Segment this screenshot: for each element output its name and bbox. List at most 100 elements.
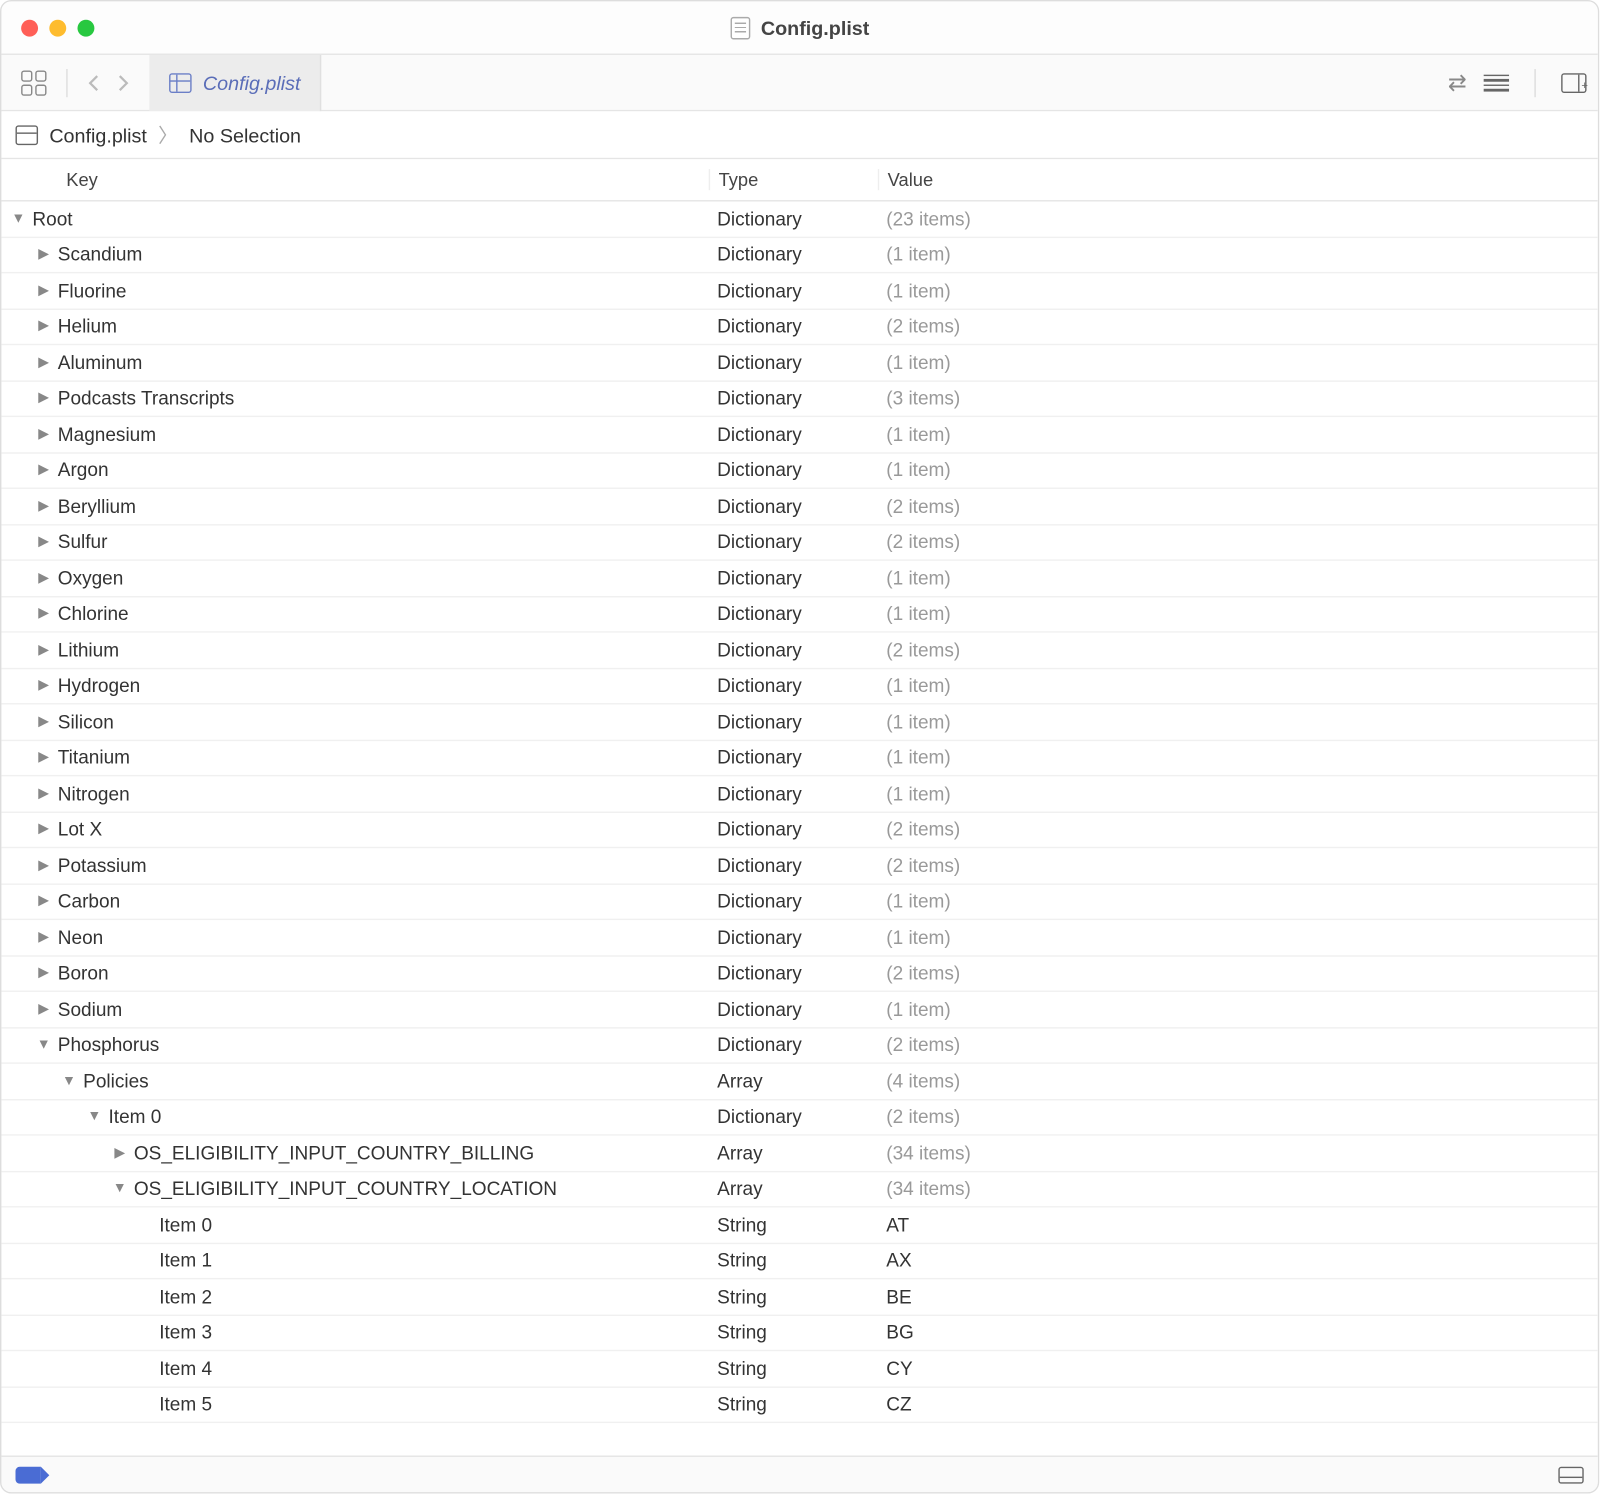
disclosure-triangle-icon[interactable]: ▶ (35, 606, 52, 621)
disclosure-triangle-icon[interactable]: ▶ (35, 894, 52, 909)
table-row[interactable]: ▶ScandiumDictionary(1 item) (1, 237, 1597, 273)
row-value: (2 items) (878, 316, 1598, 337)
row-key: Aluminum (58, 352, 143, 373)
row-value: (2 items) (878, 855, 1598, 876)
tag-icon[interactable] (15, 1466, 40, 1483)
table-row[interactable]: Item 1StringAX (1, 1243, 1597, 1279)
table-row[interactable]: Item 0StringAT (1, 1208, 1597, 1244)
window-title-text: Config.plist (761, 16, 869, 39)
row-key: Item 3 (159, 1322, 212, 1343)
row-key: Podcasts Transcripts (58, 388, 235, 409)
titlebar: Config.plist (1, 1, 1597, 55)
table-row[interactable]: ▶HeliumDictionary(2 items) (1, 309, 1597, 345)
table-row[interactable]: ▶NeonDictionary(1 item) (1, 920, 1597, 956)
column-header-key[interactable]: Key (1, 169, 708, 190)
disclosure-triangle-icon[interactable]: ▶ (35, 858, 52, 873)
disclosure-triangle-icon[interactable]: ▶ (35, 463, 52, 478)
disclosure-triangle-icon[interactable]: ▶ (35, 283, 52, 298)
traffic-lights (1, 19, 94, 36)
disclosure-triangle-icon[interactable]: ▶ (35, 570, 52, 585)
disclosure-triangle-icon[interactable]: ▶ (111, 1145, 128, 1160)
table-row[interactable]: ▼OS_ELIGIBILITY_INPUT_COUNTRY_LOCATIONAr… (1, 1172, 1597, 1208)
minimize-button[interactable] (49, 19, 66, 36)
row-value: CZ (878, 1394, 1598, 1415)
disclosure-triangle-icon[interactable]: ▶ (35, 966, 52, 981)
table-row[interactable]: ▶OxygenDictionary(1 item) (1, 561, 1597, 597)
nav-back-button[interactable] (79, 68, 107, 96)
table-row[interactable]: ▶CarbonDictionary(1 item) (1, 884, 1597, 920)
row-value: (4 items) (878, 1070, 1598, 1091)
table-row[interactable]: ▶AluminumDictionary(1 item) (1, 345, 1597, 381)
disclosure-triangle-icon[interactable]: ▶ (35, 319, 52, 334)
table-row[interactable]: ▶PotassiumDictionary(2 items) (1, 848, 1597, 884)
row-value: BE (878, 1286, 1598, 1307)
row-type: Dictionary (709, 1106, 878, 1127)
table-row[interactable]: Item 3StringBG (1, 1315, 1597, 1351)
column-header-type[interactable]: Type (709, 169, 878, 190)
table-row[interactable]: ▼Item 0Dictionary(2 items) (1, 1100, 1597, 1136)
nav-forward-button[interactable] (110, 68, 138, 96)
disclosure-triangle-icon[interactable]: ▶ (35, 642, 52, 657)
disclosure-triangle-icon[interactable]: ▼ (35, 1037, 52, 1052)
table-row[interactable]: Item 4StringCY (1, 1351, 1597, 1387)
swap-icon[interactable]: ⇄ (1448, 68, 1467, 96)
row-type: Dictionary (709, 639, 878, 660)
table-row[interactable]: ▶NitrogenDictionary(1 item) (1, 776, 1597, 812)
disclosure-triangle-icon[interactable]: ▼ (86, 1109, 103, 1124)
disclosure-triangle-icon[interactable]: ▶ (35, 1001, 52, 1016)
disclosure-triangle-icon[interactable]: ▼ (111, 1181, 128, 1196)
add-panel-icon[interactable]: + (1561, 73, 1586, 93)
row-value: (34 items) (878, 1142, 1598, 1163)
disclosure-triangle-icon[interactable]: ▶ (35, 247, 52, 262)
disclosure-triangle-icon[interactable]: ▶ (35, 930, 52, 945)
table-row[interactable]: Item 2StringBE (1, 1279, 1597, 1315)
breadcrumb-file[interactable]: Config.plist (49, 123, 147, 146)
disclosure-triangle-icon[interactable]: ▶ (35, 786, 52, 801)
close-button[interactable] (21, 19, 38, 36)
row-type: Dictionary (709, 388, 878, 409)
table-row[interactable]: ▼PhosphorusDictionary(2 items) (1, 1028, 1597, 1064)
row-type: Array (709, 1178, 878, 1199)
disclosure-triangle-icon[interactable]: ▶ (35, 714, 52, 729)
table-row[interactable]: ▶ArgonDictionary(1 item) (1, 453, 1597, 489)
row-value: (1 item) (878, 675, 1598, 696)
table-row[interactable]: ▶ Podcasts Transcripts Dictionary(3 items) (1, 381, 1597, 417)
table-row[interactable]: ▶SiliconDictionary(1 item) (1, 705, 1597, 741)
disclosure-triangle-icon[interactable]: ▼ (10, 211, 27, 226)
table-row[interactable]: ▶BoronDictionary(2 items) (1, 956, 1597, 992)
tab-config-plist[interactable]: Config.plist (149, 54, 321, 110)
table-row[interactable]: ▶BerylliumDictionary(2 items) (1, 489, 1597, 525)
table-row[interactable]: ▶SodiumDictionary(1 item) (1, 992, 1597, 1028)
disclosure-triangle-icon[interactable]: ▶ (35, 534, 52, 549)
column-header-value[interactable]: Value (878, 169, 1598, 190)
row-value: (3 items) (878, 388, 1598, 409)
table-row[interactable]: Item 5StringCZ (1, 1387, 1597, 1423)
table-row[interactable]: ▶MagnesiumDictionary(1 item) (1, 417, 1597, 453)
disclosure-triangle-icon[interactable]: ▶ (35, 355, 52, 370)
table-row[interactable]: ▼RootDictionary(23 items) (1, 201, 1597, 237)
table-row[interactable]: ▼PoliciesArray(4 items) (1, 1064, 1597, 1100)
maximize-button[interactable] (77, 19, 94, 36)
disclosure-triangle-icon[interactable]: ▶ (35, 822, 52, 837)
row-key: Item 0 (159, 1214, 212, 1235)
disclosure-triangle-icon[interactable]: ▶ (35, 678, 52, 693)
disclosure-triangle-icon[interactable]: ▶ (35, 498, 52, 513)
table-row[interactable]: ▶ChlorineDictionary(1 item) (1, 597, 1597, 633)
disclosure-triangle-icon[interactable]: ▶ (35, 750, 52, 765)
related-items-icon[interactable] (21, 70, 46, 95)
table-row[interactable]: ▶SulfurDictionary(2 items) (1, 525, 1597, 561)
table-row[interactable]: ▶FluorineDictionary(1 item) (1, 273, 1597, 309)
rows-container[interactable]: ▼RootDictionary(23 items)▶ScandiumDictio… (1, 201, 1597, 1455)
adjust-lines-icon[interactable] (1484, 74, 1509, 91)
table-row[interactable]: ▶OS_ELIGIBILITY_INPUT_COUNTRY_BILLINGArr… (1, 1136, 1597, 1172)
disclosure-triangle-icon[interactable]: ▶ (35, 391, 52, 406)
disclosure-triangle-icon[interactable]: ▶ (35, 427, 52, 442)
disclosure-triangle-icon[interactable]: ▼ (61, 1073, 78, 1088)
table-row[interactable]: ▶TitaniumDictionary(1 item) (1, 740, 1597, 776)
row-value: (1 item) (878, 244, 1598, 265)
table-row[interactable]: ▶Lot XDictionary(2 items) (1, 812, 1597, 848)
table-row[interactable]: ▶LithiumDictionary(2 items) (1, 633, 1597, 669)
table-row[interactable]: ▶HydrogenDictionary(1 item) (1, 669, 1597, 705)
row-value: (1 item) (878, 424, 1598, 445)
bottom-panel-icon[interactable] (1558, 1466, 1583, 1483)
